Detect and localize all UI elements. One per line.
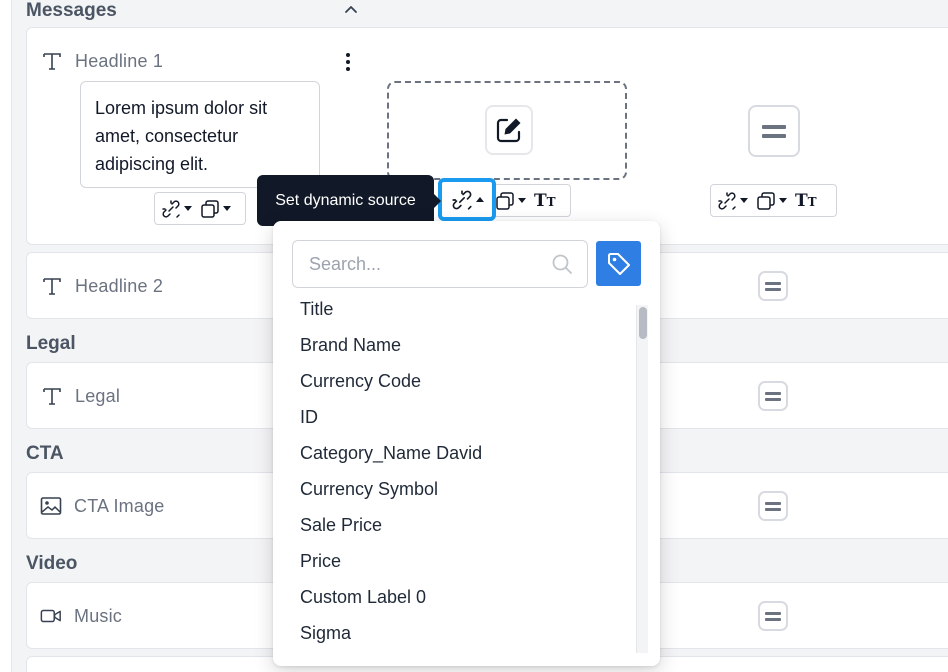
search-input[interactable]	[293, 241, 543, 287]
scrollbar-thumb[interactable]	[639, 307, 647, 339]
equals-icon	[765, 609, 781, 624]
tooltip: Set dynamic source	[257, 175, 441, 226]
row-headline-1: Headline 1	[41, 50, 163, 72]
row-label: Music	[74, 605, 123, 626]
equals-button[interactable]	[748, 105, 800, 157]
copy-icon	[757, 191, 775, 210]
list-item[interactable]: Brand Name	[300, 335, 401, 356]
list-item[interactable]: Category_Name David	[300, 443, 482, 464]
text-size-icon: TT	[795, 190, 817, 211]
text-type-icon	[41, 385, 63, 407]
image-drop-zone[interactable]	[387, 81, 627, 180]
chevron-down-icon	[518, 198, 526, 203]
chevron-down-icon	[184, 206, 192, 211]
equals-button[interactable]	[758, 491, 788, 521]
row-music: Music	[40, 605, 122, 627]
dynamic-source-button[interactable]	[438, 178, 496, 221]
list-item[interactable]: Sale Price	[300, 515, 382, 536]
equals-icon	[765, 389, 781, 404]
row-label: Legal	[75, 385, 121, 406]
more-options-icon[interactable]	[345, 53, 351, 73]
list-item[interactable]: ID	[300, 407, 318, 428]
row-label: CTA Image	[74, 495, 165, 516]
edit-button[interactable]	[485, 105, 533, 155]
image-icon	[40, 495, 62, 517]
equals-icon	[765, 499, 781, 514]
row-label: Headline 2	[75, 275, 164, 296]
dynamic-link-icon	[718, 191, 736, 210]
equals-button[interactable]	[758, 381, 788, 411]
headline-1-text-toolbar	[154, 192, 246, 225]
equals-icon	[762, 120, 786, 143]
third-column-toolbar: TT	[710, 184, 837, 217]
tag-icon	[607, 252, 630, 275]
equals-button[interactable]	[758, 271, 788, 301]
search-icon	[552, 254, 572, 274]
section-title-cta: CTA	[26, 443, 64, 464]
text-type-icon	[41, 275, 63, 297]
edit-icon	[496, 118, 521, 143]
section-title-video: Video	[26, 553, 78, 574]
video-icon	[40, 605, 62, 627]
section-title-messages: Messages	[26, 0, 117, 21]
row-legal: Legal	[41, 385, 120, 407]
chevron-up-icon	[475, 197, 484, 202]
equals-icon	[765, 279, 781, 294]
list-item[interactable]: Currency Code	[300, 371, 421, 392]
row-headline-2: Headline 2	[41, 275, 163, 297]
dynamic-link-icon	[162, 199, 180, 218]
text-type-icon	[41, 50, 63, 72]
copy-icon	[201, 199, 219, 218]
chevron-down-icon	[223, 206, 231, 211]
copy-icon	[496, 191, 514, 210]
copy-button[interactable]	[200, 199, 231, 219]
text-size-icon: TT	[534, 190, 556, 211]
list-item[interactable]: Title	[300, 299, 333, 320]
tag-button[interactable]	[596, 241, 641, 286]
dynamic-link-button[interactable]	[161, 199, 192, 219]
text-size-button[interactable]: TT	[534, 191, 556, 211]
equals-button[interactable]	[758, 601, 788, 631]
headline-1-text-preview[interactable]: Lorem ipsum dolor sit amet, consectetur …	[80, 81, 320, 188]
text-size-button[interactable]: TT	[795, 191, 817, 211]
canvas: Messages Headline 1 Lorem ipsum dolor si…	[0, 0, 948, 672]
section-title-legal: Legal	[26, 333, 76, 354]
dynamic-link-icon	[451, 189, 472, 210]
copy-button[interactable]	[495, 191, 526, 211]
list-item[interactable]: Price	[300, 551, 341, 572]
row-cta-image: CTA Image	[40, 495, 165, 517]
chevron-down-icon	[779, 198, 787, 203]
scrollbar[interactable]	[636, 305, 648, 653]
dynamic-link-button[interactable]	[717, 191, 748, 211]
row-label: Headline 1	[75, 50, 164, 71]
left-panel-edge	[0, 0, 12, 672]
source-list: Title Brand Name Currency Code ID Catego…	[273, 293, 635, 665]
list-item[interactable]: Sigma	[300, 623, 351, 644]
list-item[interactable]: Currency Symbol	[300, 479, 438, 500]
search-field	[292, 240, 588, 288]
copy-button[interactable]	[756, 191, 787, 211]
dynamic-source-dropdown: Title Brand Name Currency Code ID Catego…	[273, 221, 660, 666]
list-item[interactable]: Custom Label 0	[300, 587, 426, 608]
chevron-up-icon[interactable]	[342, 2, 360, 16]
chevron-down-icon	[740, 198, 748, 203]
